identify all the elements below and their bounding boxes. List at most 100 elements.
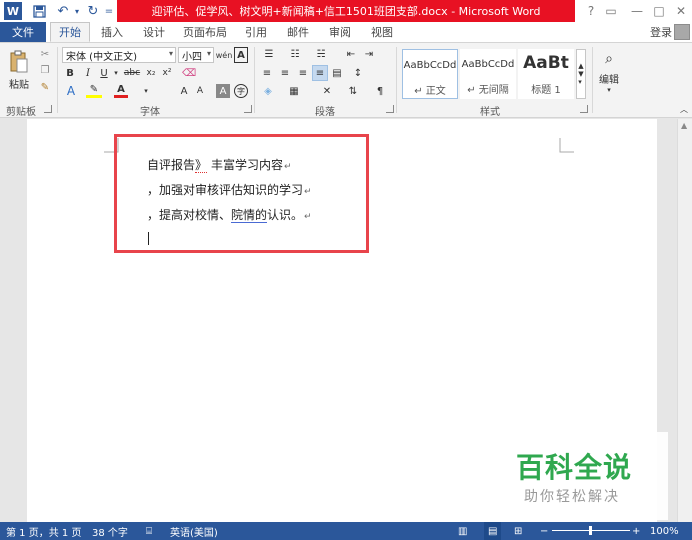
show-marks-icon[interactable]: ¶ (374, 84, 386, 98)
style-no-spacing[interactable]: AaBbCcDd ↵ 无间隔 (460, 49, 516, 99)
decrease-indent-icon[interactable]: ⇤ (344, 47, 358, 61)
tab-review[interactable]: 审阅 (324, 22, 356, 42)
watermark-logo: 百科全说 助你轻松解决 (500, 432, 668, 520)
print-layout-icon[interactable]: ▤ (484, 522, 502, 540)
align-left-icon[interactable]: ≡ (260, 66, 274, 80)
multilevel-list-icon[interactable]: ☵ (312, 47, 330, 61)
clipboard-group-label: 剪贴板 (6, 107, 36, 118)
language-indicator[interactable]: 英语(美国) (170, 522, 218, 540)
word-app-icon[interactable]: W (4, 2, 22, 20)
paragraph-group-label: 段落 (315, 107, 335, 118)
font-name-combo[interactable]: 宋体 (中文正文) ▾ (62, 47, 176, 63)
read-mode-icon[interactable]: ▥ (458, 522, 467, 540)
paste-button[interactable]: 粘贴 (6, 76, 32, 91)
tab-page-layout[interactable]: 页面布局 (180, 22, 230, 42)
increase-indent-icon[interactable]: ⇥ (362, 47, 376, 61)
collapse-ribbon-icon[interactable]: ︿ (678, 103, 690, 115)
ribbon-display-options-icon[interactable]: ▭ (602, 2, 620, 20)
chevron-down-icon[interactable]: ▾ (140, 84, 152, 98)
font-size-value: 小四 (182, 51, 202, 63)
editing-button[interactable]: 编辑 (596, 71, 622, 86)
styles-gallery-scroll[interactable]: ▲ ▼ ▾ (576, 49, 586, 99)
word-count[interactable]: 38 个字 (92, 522, 128, 540)
highlight-icon[interactable]: ✎ (86, 84, 102, 98)
style-heading-1[interactable]: AaBt 标题 1 (518, 49, 574, 99)
style-normal[interactable]: AaBbCcDd ↵ 正文 (402, 49, 458, 99)
italic-button[interactable]: I (82, 66, 94, 80)
web-layout-icon[interactable]: ⊞ (514, 522, 522, 540)
font-dialog-launcher[interactable] (244, 105, 252, 113)
chevron-down-icon: ▾ (607, 86, 611, 94)
tab-file[interactable]: 文件 (0, 22, 46, 42)
font-color-icon[interactable]: A (114, 84, 128, 98)
borders-icon[interactable]: ▦ (286, 84, 302, 98)
customize-quick-access-icon[interactable]: = (100, 2, 118, 20)
shading-icon[interactable]: ◈ (260, 84, 276, 98)
login-link[interactable]: 登录 (650, 22, 672, 42)
bullets-icon[interactable]: ☰ (260, 47, 278, 61)
chinese-layout-icon[interactable]: ✕ (318, 84, 336, 98)
clipboard-dialog-launcher[interactable] (44, 105, 52, 113)
format-painter-icon[interactable]: ✎ (38, 80, 52, 94)
vertical-scrollbar[interactable]: ▲ (677, 119, 692, 522)
watermark-subtitle: 助你轻松解决 (524, 489, 620, 505)
close-icon[interactable]: ✕ (672, 2, 690, 20)
grow-font-icon[interactable]: A (178, 84, 190, 98)
styles-dialog-launcher[interactable] (580, 105, 588, 113)
enclose-character-icon[interactable]: 字 (234, 84, 248, 98)
tab-mailings[interactable]: 邮件 (282, 22, 314, 42)
ribbon-home: 粘贴 ✂ ❐ ✎ 剪贴板 宋体 (中文正文) ▾ 小四 ▾ wén A B I U … (0, 42, 692, 118)
paragraph-dialog-launcher[interactable] (386, 105, 394, 113)
character-border-icon[interactable]: A (234, 47, 248, 63)
chevron-down-icon: ▾ (206, 49, 211, 58)
help-icon[interactable]: ? (582, 2, 600, 20)
align-right-icon[interactable]: ≡ (296, 66, 310, 80)
font-name-value: 宋体 (中文正文) (66, 51, 137, 63)
tab-insert[interactable]: 插入 (96, 22, 128, 42)
sort-icon[interactable]: ⇅ (346, 84, 360, 98)
bold-button[interactable]: B (64, 66, 76, 80)
zoom-out-button[interactable]: − (540, 522, 548, 540)
strikethrough-button[interactable]: abc (122, 66, 142, 80)
font-size-combo[interactable]: 小四 ▾ (178, 47, 214, 63)
group-divider (592, 47, 593, 113)
style-sample: AaBt (523, 53, 569, 73)
highlight-box (114, 134, 369, 253)
group-divider (57, 47, 58, 113)
paste-icon[interactable] (8, 49, 30, 75)
tab-references[interactable]: 引用 (240, 22, 272, 42)
character-shading-icon[interactable]: A (216, 84, 230, 98)
cut-icon[interactable]: ✂ (38, 47, 52, 61)
zoom-slider[interactable] (552, 522, 630, 540)
title-bar: W ↶ ▾ ↻ = 迎评估、促学风、树文明+新闻稿+信工1501班团支部.doc… (0, 0, 692, 22)
page-count[interactable]: 第 1 页，共 1 页 (6, 522, 81, 540)
tab-design[interactable]: 设计 (138, 22, 170, 42)
phonetic-guide-icon[interactable]: wén (216, 47, 233, 63)
shrink-font-icon[interactable]: A (194, 84, 206, 98)
scroll-up-icon[interactable]: ▲ (681, 121, 687, 130)
tab-view[interactable]: 视图 (366, 22, 398, 42)
clear-formatting-icon[interactable]: ⌫ (182, 66, 196, 80)
line-spacing-icon[interactable]: ↕ (350, 66, 366, 80)
zoom-in-button[interactable]: + (632, 522, 640, 540)
minimize-icon[interactable]: — (628, 2, 646, 20)
save-icon[interactable] (30, 2, 48, 20)
maximize-icon[interactable]: □ (650, 2, 668, 20)
avatar[interactable] (674, 24, 690, 40)
numbering-icon[interactable]: ☷ (286, 47, 304, 61)
window-title: 迎评估、促学风、树文明+新闻稿+信工1501班团支部.docx - Micros… (117, 0, 575, 22)
text-effects-icon[interactable]: A (64, 84, 78, 98)
copy-icon[interactable]: ❐ (38, 63, 52, 77)
find-icon[interactable]: ⌕ (599, 49, 619, 69)
tab-home[interactable]: 开始 (50, 22, 90, 42)
underline-button[interactable]: U (98, 66, 110, 80)
subscript-button[interactable]: x₂ (144, 66, 158, 80)
zoom-level[interactable]: 100% (650, 522, 679, 540)
chevron-down-icon[interactable]: ▾ (112, 66, 120, 80)
proofing-icon[interactable]: ⌸ (146, 522, 152, 540)
superscript-button[interactable]: x² (160, 66, 174, 80)
style-sample: AaBbCcDd (403, 60, 457, 71)
justify-icon[interactable]: ≡ (312, 65, 328, 81)
distributed-icon[interactable]: ▤ (330, 66, 344, 80)
align-center-icon[interactable]: ≡ (278, 66, 292, 80)
